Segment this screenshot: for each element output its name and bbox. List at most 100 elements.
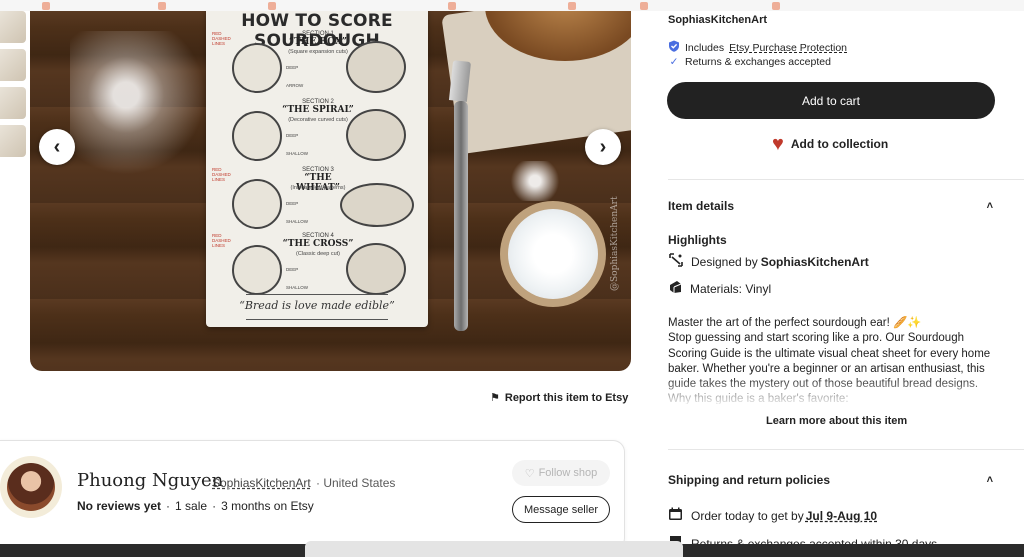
separator: · [212, 499, 217, 513]
order-prefix: Order today to get by [691, 508, 804, 523]
bottom-tab [305, 541, 683, 557]
loaf-result [346, 243, 406, 295]
description-fade [668, 376, 1008, 406]
poster-section: RED DASHED LINES SECTION 4 “THE CROSS” (… [206, 233, 428, 299]
seller-name: Phuong Nguyen [77, 470, 224, 491]
design-tool-icon [668, 253, 684, 270]
loaf-result [340, 183, 414, 227]
designed-by-shop: SophiasKitchenArt [760, 254, 869, 269]
loaf-diagram [232, 111, 282, 161]
seller-sales: 1 sale [175, 499, 208, 513]
previous-image-button[interactable]: ‹ [39, 129, 75, 165]
chevron-left-icon: ‹ [53, 135, 61, 158]
loaf-result [346, 109, 406, 161]
seller-stats: No reviews yet · 1 sale · 3 months on Et… [77, 499, 314, 513]
report-item-label: Report this item to Etsy [504, 391, 629, 404]
poster-rule [246, 294, 388, 295]
thumbnail-strip [0, 11, 26, 163]
returns-note: ✓ Returns & exchanges accepted [668, 56, 831, 68]
materials-row: Materials: Vinyl [668, 280, 771, 297]
materials-icon [668, 280, 683, 297]
poster-section: SECTION 2 “THE SPIRAL” (Decorative curve… [206, 99, 428, 165]
poster-section-note: RED DASHED LINES [212, 31, 231, 46]
divider [668, 449, 1024, 450]
shipping-toggle[interactable]: Shipping and return policies ˄ [668, 473, 993, 487]
poster-section-note: RED DASHED LINES [212, 167, 231, 182]
poster-section-desc: (Classic deep cut) [295, 251, 341, 257]
poster-depth-label: DEEP [286, 65, 299, 70]
chevron-right-icon: › [599, 135, 607, 158]
poster-depth-label: SHALLOW [286, 151, 309, 156]
image-watermark: @SophiasKitchenArt [610, 196, 620, 291]
poster-section-name: “THE BOX” [289, 37, 347, 47]
poster-section-desc: (Square expansion cuts) [288, 49, 348, 55]
flour-decoration [70, 31, 210, 191]
poster-depth-label: SHALLOW [286, 285, 309, 290]
browser-tab-strip [0, 0, 1024, 11]
report-item-link[interactable]: ⚑ Report this item to Etsy [490, 391, 629, 405]
poster-quote: “Bread is love made edible” [239, 299, 395, 312]
returns-label: Returns & exchanges accepted [685, 56, 831, 68]
listing-panel: SophiasKitchenArt Includes Etsy Purchase… [660, 11, 1024, 557]
poster-depth-label: DEEP [286, 201, 299, 206]
add-to-collection-label: Add to collection [790, 137, 889, 151]
poster-section-desc: (Decorative curved cuts) [288, 117, 348, 123]
follow-shop-button[interactable]: ♡ Follow shop [512, 460, 610, 486]
poster-depth-label: ARROW [286, 83, 304, 88]
message-seller-button[interactable]: Message seller [512, 496, 610, 523]
delivery-dates[interactable]: Jul 9-Aug 10 [806, 509, 877, 523]
calendar-icon [668, 507, 683, 524]
shield-icon [668, 40, 680, 55]
flag-icon: ⚑ [490, 392, 500, 404]
poster-section-name: “THE CROSS” [282, 239, 354, 249]
materials-label: Materials: Vinyl [690, 281, 772, 296]
divider [668, 179, 1024, 180]
heart-outline-icon: ♡ [524, 467, 535, 480]
follow-shop-label: Follow shop [538, 467, 598, 479]
designed-by-prefix: Designed by [691, 254, 758, 269]
lame-handle [454, 101, 468, 331]
poster-section-name: “THE SPIRAL” [282, 105, 354, 115]
heart-icon: ♥ [772, 133, 784, 155]
loaf-diagram [232, 179, 282, 229]
designed-by-row: Designed by SophiasKitchenArt [668, 253, 869, 270]
thumbnail[interactable] [0, 49, 26, 81]
seller-avatar[interactable] [7, 463, 55, 511]
seller-tenure: 3 months on Etsy [221, 499, 314, 513]
learn-more-link[interactable]: Learn more about this item [766, 415, 907, 427]
poster-depth-label: SHALLOW [286, 219, 309, 224]
seller-card: Phuong Nguyen SophiasKitchenArt · United… [0, 440, 625, 550]
salt-scatter [500, 161, 570, 201]
chevron-up-icon: ˄ [986, 200, 993, 212]
next-image-button[interactable]: › [585, 129, 621, 165]
loaf-result [346, 41, 406, 93]
thumbnail[interactable] [0, 11, 26, 43]
shop-name-link[interactable]: SophiasKitchenArt [668, 14, 767, 26]
seller-shop-link[interactable]: SophiasKitchenArt [212, 476, 311, 490]
poster-section: RED DASHED LINES SECTION 3 “THE WHEAT” (… [206, 167, 428, 233]
purchase-protection: Includes Etsy Purchase Protection [668, 40, 847, 55]
check-icon: ✓ [669, 56, 679, 68]
thumbnail[interactable] [0, 87, 26, 119]
protection-prefix: Includes [685, 41, 725, 54]
poster-depth-label: DEEP [286, 133, 299, 138]
add-to-cart-button[interactable]: Add to cart [667, 82, 995, 119]
loaf-diagram [232, 245, 282, 295]
product-image: @SophiasKitchenArt HOW TO SCORE SOURDOUG… [30, 11, 631, 371]
add-to-collection-button[interactable]: ♥ Add to collection [772, 133, 889, 155]
separator: · [316, 476, 320, 490]
salt [508, 209, 598, 299]
highlights-heading: Highlights [668, 233, 727, 247]
poster-depth-label: DEEP [286, 267, 299, 272]
thumbnail[interactable] [0, 125, 26, 157]
shipping-heading: Shipping and return policies [668, 473, 831, 487]
seller-country: · United States [316, 476, 395, 490]
seller-reviews: No reviews yet [77, 499, 162, 513]
item-details-toggle[interactable]: Item details ˄ [668, 199, 993, 213]
item-details-heading: Item details [668, 199, 735, 213]
separator: · [166, 499, 171, 513]
poster-rule [246, 319, 388, 320]
poster-section-note: RED DASHED LINES [212, 233, 231, 248]
purchase-protection-link[interactable]: Etsy Purchase Protection [729, 42, 847, 54]
scoring-poster: HOW TO SCORE SOURDOUGH RED DASHED LINES … [206, 11, 428, 327]
